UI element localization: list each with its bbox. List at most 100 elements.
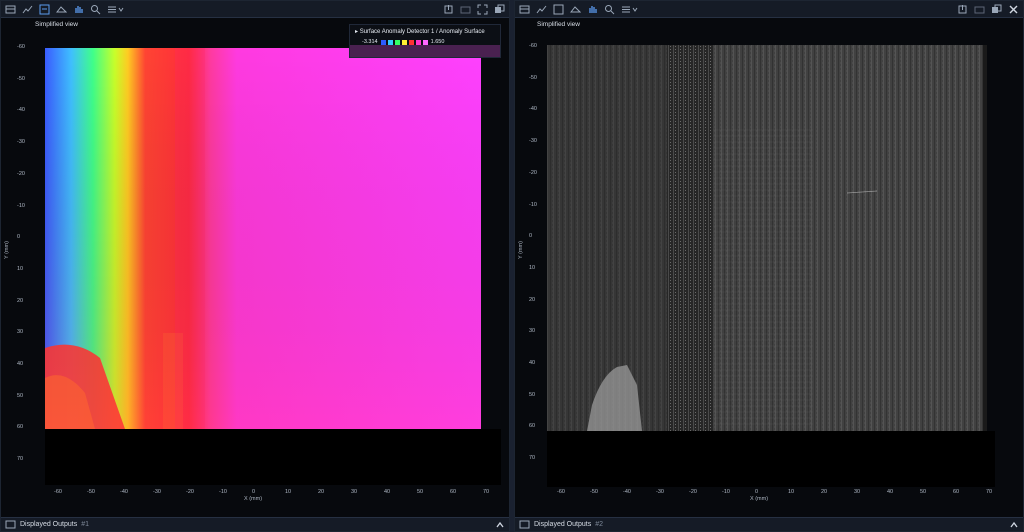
restore-window-icon[interactable] (494, 4, 505, 15)
legend-band (350, 45, 500, 57)
footer-number: #1 (81, 521, 89, 528)
x-tick-label: 10 (285, 489, 292, 495)
x-axis-title: X (mm) (244, 496, 263, 502)
x-tick-label: -30 (656, 489, 664, 495)
y-tick-label: 10 (529, 264, 536, 271)
x-tick-label: -60 (54, 489, 62, 495)
y-tick-label: 0 (529, 233, 533, 240)
legend-title: ▸ Surface Anomaly Detector 1 / Anomaly S… (355, 29, 485, 35)
view-label: Simplified view (537, 21, 580, 28)
empty-region (547, 431, 995, 487)
x-tick-label: 0 (755, 489, 759, 495)
x-tick-label: -20 (689, 489, 697, 495)
legend[interactable]: ▸ Surface Anomaly Detector 1 / Anomaly S… (349, 24, 501, 58)
intensity-svg (547, 45, 987, 431)
toolbar-right (515, 1, 1023, 18)
table-icon[interactable] (519, 4, 530, 15)
y-tick-label: 60 (17, 424, 24, 431)
legend-swatch (387, 39, 393, 45)
y-tick-label: -10 (529, 201, 537, 208)
zoom-icon[interactable] (604, 4, 615, 15)
legend-swatch (380, 39, 386, 45)
pan-hand-icon[interactable] (73, 4, 84, 15)
legend-swatches (380, 39, 428, 45)
x-tick-label: -40 (120, 489, 128, 495)
chevron-up-icon[interactable] (495, 520, 505, 530)
y-tick-label: -60 (17, 44, 25, 50)
y-tick-label: -50 (529, 74, 537, 81)
y-tick-label: 70 (529, 455, 536, 462)
anomaly-heatmap[interactable] (45, 48, 481, 429)
intensity-image[interactable] (547, 45, 987, 431)
footer-left: Displayed Outputs #1 (1, 517, 509, 531)
surface-3d-icon[interactable] (570, 4, 581, 15)
x-tick-label: -10 (722, 489, 730, 495)
chevron-up-icon[interactable] (1009, 520, 1019, 530)
y-tick-label: 40 (529, 360, 536, 366)
y-tick-label: -30 (17, 139, 25, 146)
x-tick-label: 70 (483, 489, 490, 495)
fullscreen-icon[interactable] (477, 4, 488, 15)
y-axis-title: Y (mm) (518, 241, 524, 259)
x-tick-label: 10 (788, 489, 795, 495)
panel-left: Simplified view ▸ Surface Anomaly Detect… (0, 0, 510, 532)
x-tick-label: -20 (186, 489, 194, 495)
x-tick-label: 30 (351, 489, 358, 495)
x-tick-label: 60 (450, 489, 457, 495)
y-tick-label: 20 (529, 296, 536, 303)
y-tick-label: -60 (529, 43, 537, 49)
profile-view-icon[interactable] (39, 4, 50, 15)
restore-window-icon[interactable] (991, 4, 1002, 15)
y-tick-label: 30 (529, 328, 536, 335)
snapshot-icon[interactable] (460, 4, 471, 15)
x-tick-label: 40 (887, 489, 894, 495)
y-tick-label: 50 (17, 392, 24, 399)
line-chart-icon[interactable] (536, 4, 547, 15)
line-chart-icon[interactable] (22, 4, 33, 15)
y-tick-label: 60 (529, 423, 536, 430)
x-tick-label: 50 (920, 489, 927, 495)
y-tick-label: -40 (17, 107, 25, 114)
legend-swatch (422, 39, 428, 45)
heatmap-svg (45, 48, 481, 429)
y-tick-label: -50 (17, 75, 25, 82)
menu-icon[interactable] (107, 4, 125, 15)
outputs-icon[interactable] (519, 519, 530, 530)
table-icon[interactable] (5, 4, 16, 15)
close-icon[interactable] (1008, 4, 1019, 15)
y-tick-label: -30 (529, 138, 537, 145)
x-tick-label: -50 (87, 489, 95, 495)
footer-right: Displayed Outputs #2 (515, 517, 1023, 531)
y-tick-label: 10 (17, 265, 24, 272)
y-tick-label: 50 (529, 391, 536, 398)
zoom-icon[interactable] (90, 4, 101, 15)
export-icon[interactable] (443, 4, 454, 15)
x-tick-label: 70 (986, 489, 993, 495)
y-tick-label: 40 (17, 361, 24, 367)
x-tick-label: -30 (153, 489, 161, 495)
view-label: Simplified view (35, 21, 78, 28)
x-tick-label: 30 (854, 489, 861, 495)
x-tick-label: -10 (219, 489, 227, 495)
menu-icon[interactable] (621, 4, 639, 15)
outputs-icon[interactable] (5, 519, 16, 530)
x-axis-title: X (mm) (750, 496, 769, 502)
y-tick-label: -20 (17, 170, 25, 177)
x-tick-label: -40 (623, 489, 631, 495)
export-icon[interactable] (957, 4, 968, 15)
y-tick-label: 70 (17, 456, 24, 463)
x-tick-label: -50 (590, 489, 598, 495)
y-tick-label: 30 (17, 329, 24, 336)
surface-3d-icon[interactable] (56, 4, 67, 15)
footer-number: #2 (595, 521, 603, 528)
x-tick-label: 20 (821, 489, 828, 495)
y-tick-label: 20 (17, 297, 24, 304)
footer-label: Displayed Outputs (20, 521, 78, 528)
y-axis-title: Y (mm) (4, 241, 10, 259)
snapshot-icon[interactable] (974, 4, 985, 15)
y-tick-label: -10 (17, 202, 25, 209)
x-tick-label: 20 (318, 489, 325, 495)
profile-view-icon[interactable] (553, 4, 564, 15)
pan-hand-icon[interactable] (587, 4, 598, 15)
y-tick-label: 0 (17, 234, 21, 241)
